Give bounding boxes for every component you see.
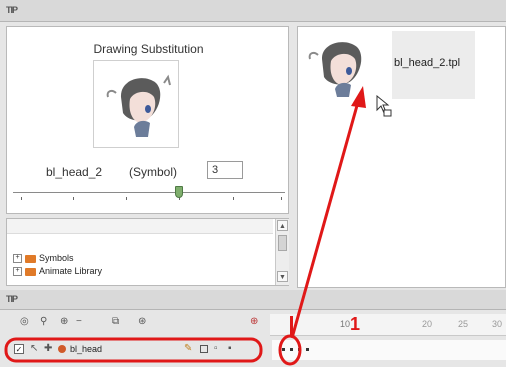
tree-item-animate-library[interactable]: + Animate Library [13, 266, 102, 277]
preview-file-label: bl_head_2.tpl [394, 57, 461, 69]
panel-grip[interactable]: TIP [6, 5, 18, 15]
drawing-thumbnail [93, 60, 179, 148]
slider-track [13, 192, 285, 193]
color-icon[interactable]: ▪ [228, 343, 232, 355]
group-icon[interactable]: ⧉ [112, 316, 119, 328]
timeline-tools: ◎ ⚲ ⊕ − ⧉ ⊛ ⊕ [0, 314, 280, 330]
keyframe-marker [306, 348, 309, 351]
tree-item-label: Symbols [39, 253, 74, 263]
layer-type-icon [58, 345, 66, 353]
preview-thumbnail [302, 31, 392, 99]
slider-tick [281, 197, 282, 200]
character-head-icon [308, 42, 362, 97]
tree-item-label: Animate Library [39, 266, 103, 276]
scroll-thumb[interactable] [278, 235, 287, 251]
keyframe-marker [282, 348, 285, 351]
slider-tick [233, 197, 234, 200]
slider-thumb[interactable] [175, 186, 183, 198]
add-layer-icon[interactable]: ⊕ [60, 316, 68, 328]
character-head-icon [106, 74, 171, 137]
slider-tick [126, 197, 127, 200]
preview-panel: bl_head_2.tpl [297, 26, 506, 288]
pencil-icon[interactable]: ✎ [184, 343, 192, 355]
scroll-down-icon[interactable]: ▼ [277, 271, 288, 282]
preview-file-tile[interactable]: bl_head_2.tpl [392, 31, 475, 99]
substitution-slider[interactable] [13, 185, 285, 201]
library-tree-panel: + Symbols + Animate Library ▲ ▼ [6, 218, 289, 286]
frame-input[interactable]: 3 [207, 161, 243, 179]
keyframe-marker [298, 348, 301, 351]
keyframe-marker [290, 348, 293, 351]
ruler-label: 25 [458, 319, 469, 329]
layer-visibility-checkbox[interactable]: ✓ [14, 344, 24, 354]
drawing-substitution-panel: Drawing Substitution bl_head_2 (Symbol) … [6, 26, 289, 214]
ruler-label: 1 [350, 314, 361, 334]
cursor-icon [376, 95, 392, 117]
top-toolbar: TIP [0, 0, 506, 22]
ruler-label: 10 [340, 319, 351, 329]
tree-item-symbols[interactable]: + Symbols [13, 253, 74, 264]
layer-frames[interactable] [272, 340, 506, 360]
symbol-label: (Symbol) [129, 165, 178, 179]
folder-icon [25, 267, 36, 276]
slider-tick [73, 197, 74, 200]
scroll-up-icon[interactable]: ▲ [277, 220, 288, 231]
panel-title: Drawing Substitution [93, 42, 204, 56]
folder-icon [25, 254, 36, 263]
pointer-icon[interactable]: ↖ [30, 343, 38, 355]
ruler-label: 30 [492, 319, 503, 329]
outline-icon[interactable] [200, 345, 208, 353]
tree-header [7, 219, 273, 234]
link-icon[interactable]: ⚲ [40, 316, 47, 328]
timeline-grip[interactable]: TIP [6, 294, 18, 304]
settings-icon[interactable]: ⊛ [138, 316, 146, 328]
timeline-toolbar: TIP [0, 290, 506, 310]
drawing-name-label: bl_head_2 [46, 165, 103, 179]
expand-icon[interactable]: + [13, 254, 22, 263]
target-icon[interactable]: ⊕ [250, 316, 258, 328]
layer-name: bl_head [70, 344, 103, 354]
move-icon[interactable]: ✚ [44, 343, 52, 355]
expand-icon[interactable]: + [13, 267, 22, 276]
remove-layer-icon[interactable]: − [76, 316, 82, 328]
lock-icon[interactable]: ▫ [214, 343, 218, 355]
layer-row[interactable]: ✓ ↖ ✚ bl_head ✎ ▫ ▪ [4, 340, 266, 360]
ruler-label: 20 [422, 319, 433, 329]
frame-ruler: 10 1 20 25 30 [270, 314, 506, 336]
slider-tick [21, 197, 22, 200]
playhead[interactable] [290, 316, 293, 336]
onion-skin-icon[interactable]: ◎ [20, 316, 29, 328]
tree-scrollbar[interactable]: ▲ ▼ [275, 219, 289, 285]
